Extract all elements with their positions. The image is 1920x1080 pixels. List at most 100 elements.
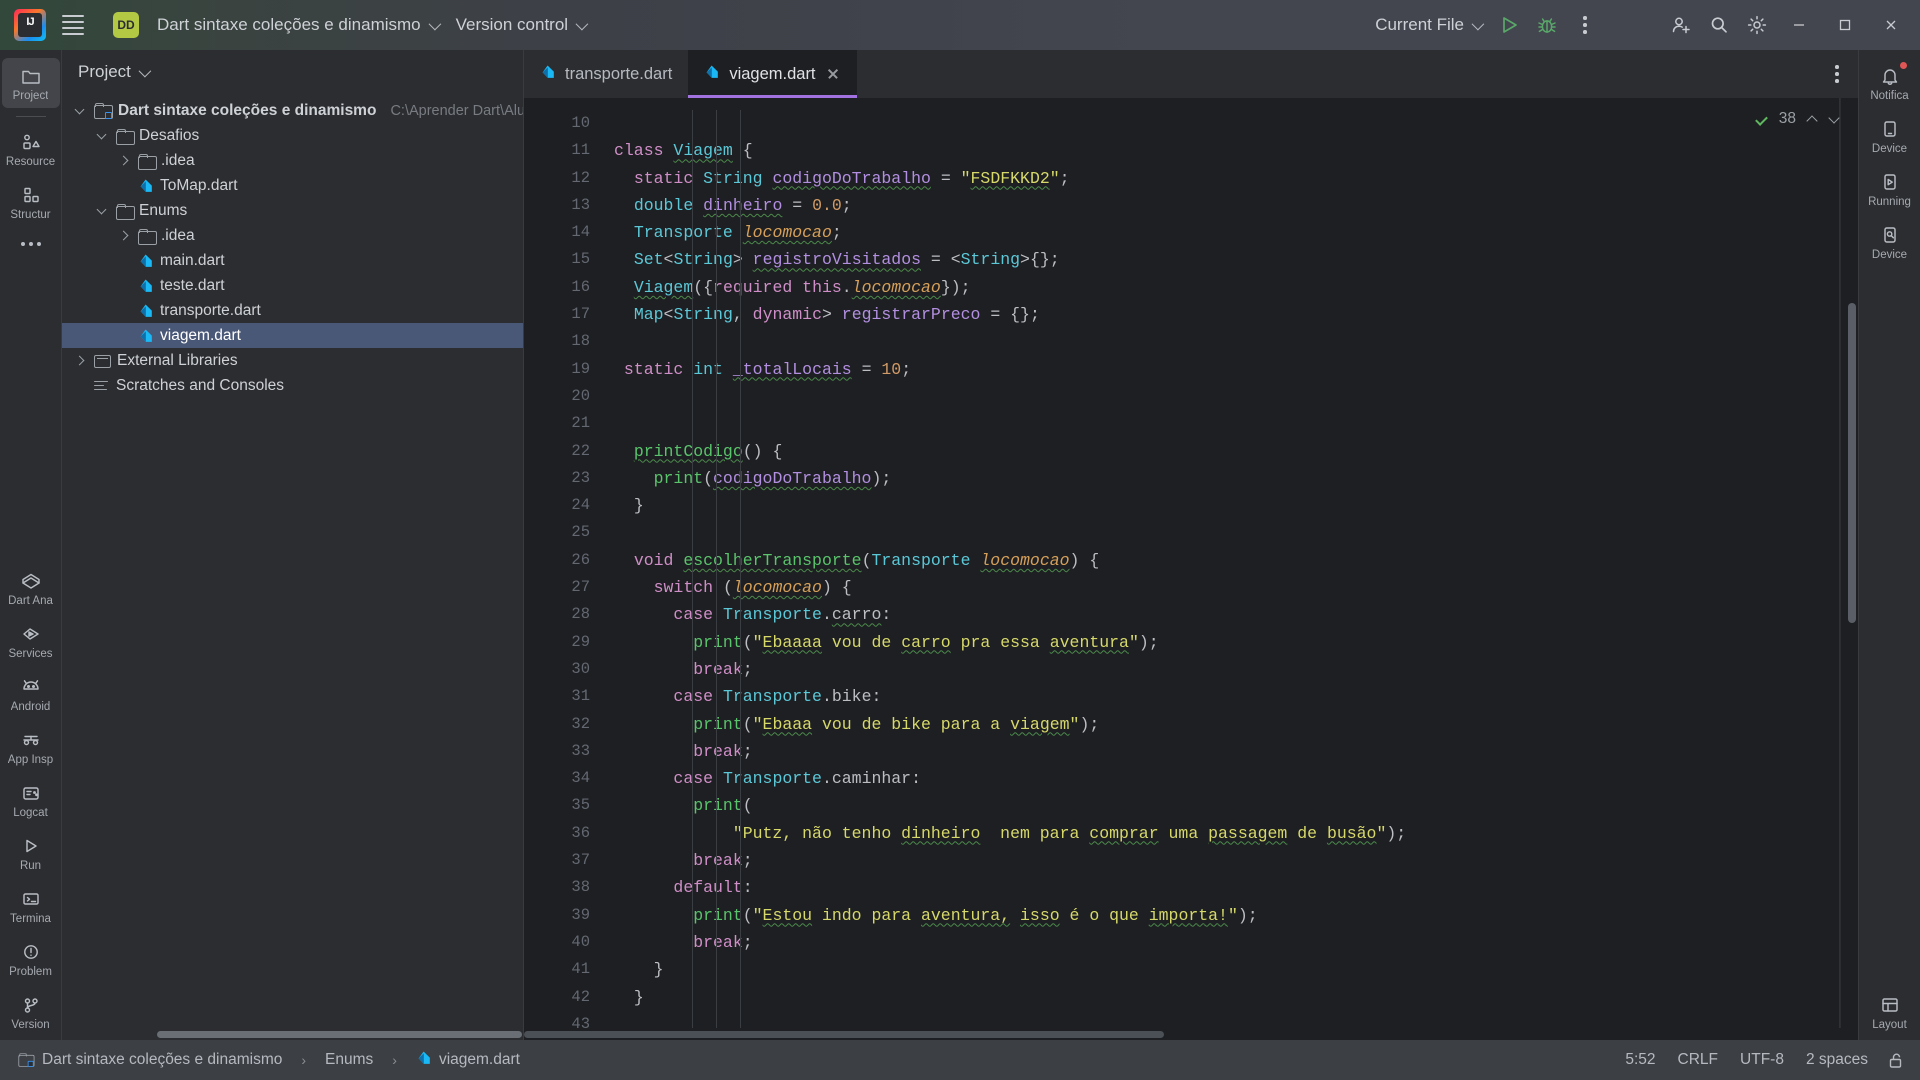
editor-tab-options-button[interactable] (1816, 50, 1858, 98)
more-actions-button[interactable] (1566, 6, 1604, 44)
code-line[interactable]: void escolherTransporte(Transporte locom… (614, 547, 1858, 574)
rail-item-termina[interactable]: Termina (2, 881, 60, 931)
rail-item-device[interactable]: Device (1861, 217, 1919, 267)
tree-item[interactable]: ToMap.dart (62, 173, 523, 198)
code-line[interactable]: print("Ebaaaa vou de carro pra essa aven… (614, 629, 1858, 656)
code-line[interactable] (614, 1011, 1858, 1028)
rail-item-services[interactable]: Services (2, 616, 60, 666)
chevron-right-icon[interactable] (116, 153, 132, 169)
rail-item-resource[interactable]: Resource (2, 124, 60, 174)
scrollbar-thumb[interactable] (524, 1031, 1164, 1038)
tree-item[interactable]: main.dart (62, 248, 523, 273)
code-line[interactable]: Map<String, dynamic> registrarPreco = {}… (614, 301, 1858, 328)
code-line[interactable]: break; (614, 929, 1858, 956)
code-line[interactable]: printCodigo() { (614, 438, 1858, 465)
rail-item-layout[interactable]: Layout (1861, 987, 1919, 1037)
caret-position[interactable]: 5:52 (1614, 1048, 1666, 1072)
code-line[interactable] (614, 328, 1858, 355)
code-line[interactable] (614, 383, 1858, 410)
code-line[interactable] (614, 519, 1858, 546)
tree-item[interactable]: transporte.dart (62, 298, 523, 323)
chevron-right-icon[interactable] (72, 353, 88, 369)
editor-tab-transporte.dart[interactable]: transporte.dart (524, 50, 688, 98)
tree-item[interactable]: Scratches and Consoles (62, 373, 523, 398)
chevron-down-icon[interactable] (72, 103, 88, 119)
rail-item-notifica[interactable]: Notifica (1861, 58, 1919, 108)
code-line[interactable]: print(codigoDoTrabalho); (614, 465, 1858, 492)
rail-item-project[interactable]: Project (1, 58, 60, 108)
maximize-window-button[interactable] (1822, 0, 1868, 50)
code-line[interactable]: Viagem({required this.locomocao}); (614, 274, 1858, 301)
rail-item-android[interactable]: Android (2, 669, 60, 719)
search-everywhere-button[interactable] (1700, 6, 1738, 44)
breadcrumb-item[interactable]: Enums (322, 1049, 376, 1071)
breadcrumb[interactable]: Dart sintaxe coleções e dinamismo › Enums ›… (14, 1048, 523, 1073)
code-line[interactable]: switch (locomocao) { (614, 574, 1858, 601)
close-tab-icon[interactable] (825, 66, 841, 82)
tree-item[interactable]: Desafios (62, 123, 523, 148)
editor-horizontal-scrollbar[interactable] (524, 1028, 1858, 1040)
run-button[interactable] (1490, 6, 1528, 44)
rail-item-version[interactable]: Version (2, 987, 60, 1037)
version-control-menu[interactable]: Version control (447, 10, 594, 40)
line-separator[interactable]: CRLF (1667, 1048, 1729, 1072)
code-line[interactable]: case Transporte.carro: (614, 601, 1858, 628)
editor-tab-viagem.dart[interactable]: viagem.dart (688, 50, 857, 98)
caret-up-icon[interactable] (1806, 113, 1818, 125)
run-configuration-selector[interactable]: Current File (1366, 10, 1490, 40)
debug-button[interactable] (1528, 6, 1566, 44)
code-line[interactable]: Transporte locomocao; (614, 219, 1858, 246)
code-line[interactable] (614, 410, 1858, 437)
code-line[interactable]: break; (614, 738, 1858, 765)
minimize-window-button[interactable] (1776, 0, 1822, 50)
code-line[interactable]: print("Ebaaa vou de bike para a viagem")… (614, 711, 1858, 738)
rail-item-problem[interactable]: Problem (2, 934, 60, 984)
project-tree[interactable]: Dart sintaxe coleções e dinamismo C:\Apr… (62, 94, 523, 1028)
rail-item-running[interactable]: Running (1861, 164, 1919, 214)
file-encoding[interactable]: UTF-8 (1729, 1048, 1795, 1072)
code-line[interactable]: "Putz, não tenho dinheiro nem para compr… (614, 820, 1858, 847)
code-line[interactable]: print("Estou indo para aventura, isso é … (614, 902, 1858, 929)
code-line[interactable]: } (614, 956, 1858, 983)
code-line[interactable]: default: (614, 874, 1858, 901)
code-line[interactable]: static String codigoDoTrabalho = "FSDFKK… (614, 165, 1858, 192)
chevron-down-icon[interactable] (94, 203, 110, 219)
tree-item[interactable]: .idea (62, 223, 523, 248)
chevron-down-icon[interactable] (138, 64, 152, 77)
project-selector[interactable]: DD Dart sintaxe coleções e dinamismo (104, 7, 447, 43)
code-line[interactable] (614, 110, 1858, 137)
caret-down-icon[interactable] (1828, 113, 1840, 125)
code-line[interactable]: Set<String> registroVisitados = <String>… (614, 246, 1858, 273)
chevron-down-icon[interactable] (94, 128, 110, 144)
rail-item-device[interactable]: Device (1861, 111, 1919, 161)
main-menu-button[interactable] (56, 8, 90, 42)
tree-item[interactable]: Dart sintaxe coleções e dinamismo C:\Apr… (62, 98, 523, 123)
rail-item-logcat[interactable]: Logcat (2, 775, 60, 825)
project-panel-hscrollbar[interactable] (62, 1028, 523, 1040)
tree-item[interactable]: viagem.dart (62, 323, 523, 348)
indent-setting[interactable]: 2 spaces (1795, 1048, 1879, 1072)
breadcrumb-item[interactable]: Dart sintaxe coleções e dinamismo (14, 1049, 285, 1071)
code-area[interactable]: class Viagem { static String codigoDoTra… (604, 98, 1858, 1028)
rail-item-app insp[interactable]: App Insp (2, 722, 60, 772)
rail-item-run[interactable]: Run (2, 828, 60, 878)
code-line[interactable]: double dinheiro = 0.0; (614, 192, 1858, 219)
add-collaborator-button[interactable] (1662, 6, 1700, 44)
code-line[interactable]: class Viagem { (614, 137, 1858, 164)
breadcrumb-item[interactable]: viagem.dart (413, 1048, 523, 1073)
tree-item[interactable]: .idea (62, 148, 523, 173)
chevron-right-icon[interactable] (116, 228, 132, 244)
settings-button[interactable] (1738, 6, 1776, 44)
rail-item-dart ana[interactable]: Dart Ana (2, 563, 60, 613)
code-line[interactable]: case Transporte.caminhar: (614, 765, 1858, 792)
source-code[interactable]: class Viagem { static String codigoDoTra… (604, 110, 1858, 1028)
rail-item-structur[interactable]: Structur (2, 177, 60, 227)
scrollbar-thumb[interactable] (157, 1031, 522, 1038)
code-line[interactable]: static int _totalLocais = 10; (614, 356, 1858, 383)
tree-item[interactable]: teste.dart (62, 273, 523, 298)
tree-item[interactable]: External Libraries (62, 348, 523, 373)
unlocked-icon[interactable] (1887, 1051, 1906, 1070)
close-window-button[interactable] (1868, 0, 1914, 50)
code-line[interactable]: break; (614, 847, 1858, 874)
code-line[interactable]: } (614, 492, 1858, 519)
